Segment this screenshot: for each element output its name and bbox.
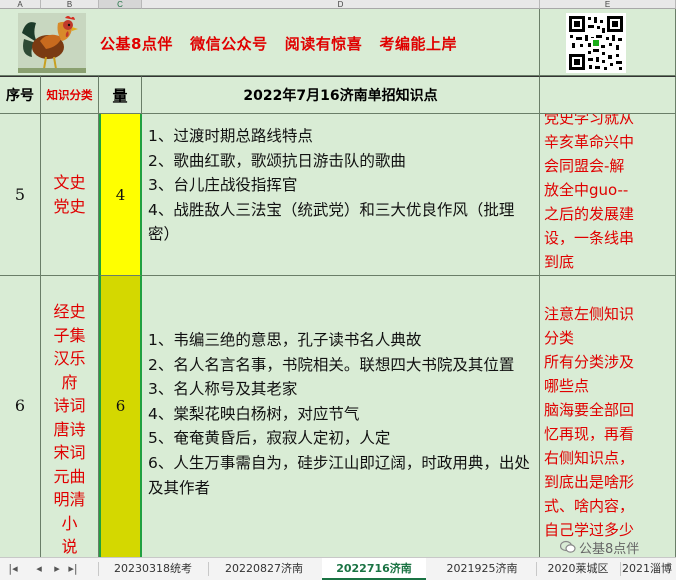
wechat-icon — [560, 540, 576, 553]
row5-category-line: 党史 — [53, 196, 86, 216]
row6-category-line: 子集 — [53, 325, 86, 345]
row5-note-line: 放全中guo-- — [544, 181, 629, 199]
row6-note-line: 分类 — [544, 329, 575, 347]
watermark-text: 公基8点伴 — [579, 541, 640, 557]
row5-item: 3、台儿庄战役指挥官 — [148, 176, 298, 195]
row5-item: 2、歌曲红歌，歌颂抗日游击队的歌曲 — [148, 151, 406, 170]
row6-item: 3、名人称号及其老家 — [148, 380, 298, 399]
header-amount[interactable]: 量 — [99, 76, 142, 114]
sheet-tab-active[interactable]: 2022716济南 — [322, 558, 426, 580]
row6-note-line: 右侧知识点， — [544, 449, 635, 467]
row6-note-line: 到底出是啥形 — [544, 473, 635, 491]
sheet-tab[interactable]: 20220827济南 — [210, 558, 318, 580]
row6-note-line: 注意左侧知识 — [544, 305, 635, 323]
column-header-e[interactable]: E — [540, 0, 676, 9]
column-header-a[interactable]: A — [0, 0, 41, 9]
sheet-tab[interactable]: 2021925济南 — [430, 558, 534, 580]
row6-category-line: 汉乐 — [53, 349, 86, 368]
row6-category[interactable]: 经史 子集 汉乐 府 诗词 唐诗 宋词 元曲 明清 小 说 — [41, 276, 99, 557]
row5-item: 1、过渡时期总路线特点 — [148, 127, 313, 145]
row6-item: 4、棠梨花映白杨树，对应节气 — [148, 404, 360, 423]
row5-note-line: 之后的发展建 — [544, 205, 635, 223]
row6-category-line: 诗词 — [53, 396, 86, 415]
row6-items[interactable]: 1、韦编三绝的意思，孔子读书名人典故 2、名人名言名事，书院相关。联想四大书院及… — [142, 276, 540, 557]
row5-amount[interactable]: 4 — [99, 114, 142, 276]
row5-seq[interactable]: 5 — [0, 114, 41, 276]
row5-note[interactable]: 党史学习就从 辛亥革命兴中 会同盟会-解 放全中guo-- 之后的发展建 设，一… — [540, 114, 676, 276]
header-title[interactable]: 2022年7月16济南单招知识点 — [142, 76, 540, 114]
row6-seq[interactable]: 6 — [0, 276, 41, 557]
row5-note-line: 会同盟会-解 — [544, 157, 625, 175]
row6-item: 5、奄奄黄昏后，寂寂人定初，人定 — [148, 429, 391, 448]
header-category[interactable]: 知识分类 — [41, 76, 99, 114]
row6-item: 1、韦编三绝的意思，孔子读书名人典故 — [148, 331, 422, 349]
sheet-tab[interactable]: 2021淄博 — [622, 558, 676, 580]
sheet-tab[interactable]: 2020莱城区 — [538, 558, 618, 580]
row6-note-line: 式、啥内容， — [544, 497, 635, 515]
sheet-tab[interactable]: 20230318统考 — [100, 558, 206, 580]
row5-note-line: 党史学习就从 — [544, 114, 635, 127]
spreadsheet[interactable]: A B C D E 公基8点伴 微信公众号 阅读有惊喜 考编能上岸 序号 知识分… — [0, 0, 676, 557]
qr-cell[interactable] — [540, 9, 676, 76]
row6-category-line: 小 — [61, 513, 78, 533]
row5-category-line: 文史 — [53, 173, 86, 192]
row5-items[interactable]: 1、过渡时期总路线特点 2、歌曲红歌，歌颂抗日游击队的歌曲 3、台儿庄战役指挥官… — [142, 114, 540, 276]
row6-item: 2、名人名言名事，书院相关。联想四大书院及其位置 — [148, 355, 515, 374]
row5-item: 4、战胜敌人三法宝（统武党）和三大优良作风（批理密） — [148, 200, 515, 244]
row6-item: 6、人生万事需自为，硅步江山即辽阔，时政用典，出处及其作者 — [148, 453, 530, 497]
row6-note[interactable]: 注意左侧知识 分类 所有分类涉及 哪些点 脑海要全部回 忆再现，再看 右侧知识点… — [540, 276, 676, 557]
banner-cell[interactable]: 公基8点伴 微信公众号 阅读有惊喜 考编能上岸 — [0, 9, 540, 76]
row6-category-line: 府 — [61, 372, 78, 392]
row6-amount[interactable]: 6 — [99, 276, 142, 557]
row6-note-line: 所有分类涉及 — [544, 353, 635, 371]
row6-category-line: 宋词 — [53, 443, 86, 462]
column-header-c[interactable]: C — [99, 0, 142, 9]
row6-note-line: 脑海要全部回 — [544, 401, 635, 419]
qr-code-icon — [566, 13, 626, 73]
column-header-b[interactable]: B — [41, 0, 99, 9]
rooster-logo — [18, 13, 86, 73]
header-note-cell[interactable] — [540, 76, 676, 114]
row5-category[interactable]: 文史 党史 — [41, 114, 99, 276]
tab-prev-icon[interactable]: ◂ — [30, 560, 48, 578]
header-seq[interactable]: 序号 — [0, 76, 41, 114]
row6-note-line: 忆再现，再看 — [544, 425, 635, 443]
row6-category-line: 明清 — [53, 490, 86, 509]
row6-category-line: 元曲 — [53, 466, 86, 486]
tab-first-icon[interactable]: |◂ — [4, 560, 22, 578]
row5-note-line: 辛亥革命兴中 — [544, 133, 635, 151]
row6-note-line: 哪些点 — [544, 377, 590, 395]
column-header-d[interactable]: D — [142, 0, 540, 9]
tab-last-icon[interactable]: ▸| — [64, 560, 82, 578]
watermark: 公基8点伴 — [560, 538, 640, 557]
sheet-tab-bar: |◂ ◂ ▸ ▸| 20230318统考 20220827济南 2022716济… — [0, 557, 676, 580]
row6-category-line: 经史 — [53, 302, 86, 321]
banner-text: 公基8点伴 微信公众号 阅读有惊喜 考编能上岸 — [100, 35, 457, 53]
row6-category-line: 说 — [61, 537, 78, 556]
row5-note-line: 设，一条线串 — [544, 229, 635, 247]
row6-category-line: 唐诗 — [53, 419, 86, 439]
row5-note-line: 到底 — [544, 253, 575, 271]
